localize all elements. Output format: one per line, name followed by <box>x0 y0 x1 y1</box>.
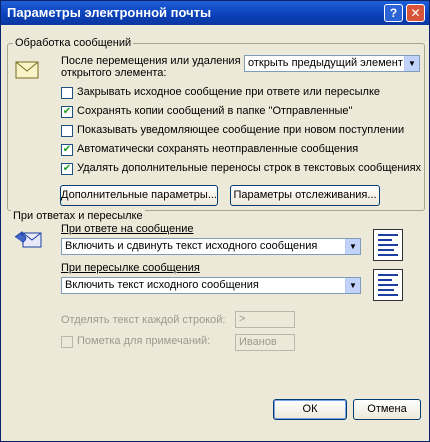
prefix-input[interactable]: > <box>235 311 295 328</box>
document-preview-icon <box>373 269 403 301</box>
email-options-dialog: Параметры электронной почты ? ✕ Обработк… <box>0 0 430 442</box>
title-bar: Параметры электронной почты <box>1 1 429 25</box>
cancel-button[interactable]: Отмена <box>353 399 421 420</box>
after-move-label: После перемещения или удаления открытого… <box>61 55 241 79</box>
message-handling-label: Обработка сообщений <box>13 37 134 49</box>
forward-label: При пересылке сообщения <box>61 262 200 274</box>
notify-new-checkbox[interactable] <box>61 125 73 137</box>
remove-breaks-checkbox[interactable]: ✔ <box>61 163 73 175</box>
after-move-select[interactable]: открыть предыдущий элемент ▼ <box>244 55 420 72</box>
chevron-down-icon[interactable]: ▼ <box>345 278 360 293</box>
document-preview-icon <box>373 229 403 261</box>
forward-select[interactable]: Включить текст исходного сообщения ▼ <box>61 277 361 294</box>
reply-options-icon <box>14 231 42 248</box>
reply-label: При ответе на сообщение <box>61 223 194 235</box>
save-sent-label: Сохранять копии сообщений в папке "Отпра… <box>77 105 353 117</box>
help-button[interactable]: ? <box>384 4 403 22</box>
mark-comments-checkbox[interactable] <box>61 336 73 348</box>
prefix-label: Отделять текст каждой строкой: <box>61 314 226 326</box>
reply-select[interactable]: Включить и сдвинуть текст исходного сооб… <box>61 238 361 255</box>
window-title: Параметры электронной почты <box>7 5 212 20</box>
chevron-down-icon[interactable]: ▼ <box>404 56 419 71</box>
ok-button[interactable]: ОК <box>273 399 347 420</box>
tracking-options-button[interactable]: Параметры отслеживания... <box>230 185 380 206</box>
close-button[interactable]: ✕ <box>406 4 425 22</box>
mark-comments-input[interactable]: Иванов <box>235 334 295 351</box>
envelope-icon <box>15 61 39 79</box>
close-original-label: Закрывать исходное сообщение при ответе … <box>77 86 380 98</box>
autosave-label: Автоматически сохранять неотправленные с… <box>77 143 359 155</box>
notify-new-label: Показывать уведомляющее сообщение при но… <box>77 124 405 136</box>
save-sent-checkbox[interactable]: ✔ <box>61 106 73 118</box>
remove-breaks-label: Удалять дополнительные переносы строк в … <box>77 162 422 174</box>
replies-group-label: При ответах и пересылке <box>11 210 145 222</box>
chevron-down-icon[interactable]: ▼ <box>345 239 360 254</box>
mark-comments-label: Пометка для примечаний: <box>77 335 211 347</box>
close-original-checkbox[interactable] <box>61 87 73 99</box>
autosave-checkbox[interactable]: ✔ <box>61 144 73 156</box>
advanced-options-button[interactable]: Дополнительные параметры... <box>60 185 218 206</box>
